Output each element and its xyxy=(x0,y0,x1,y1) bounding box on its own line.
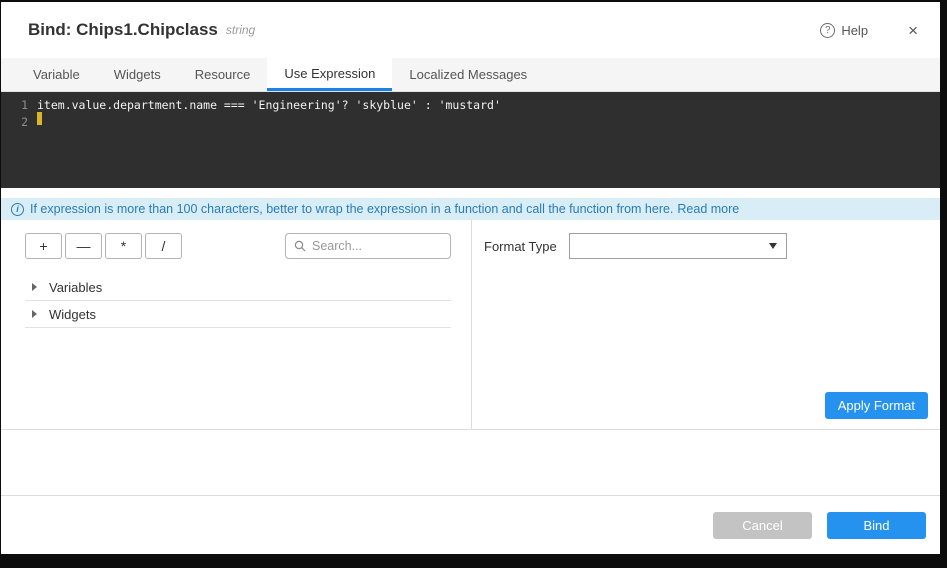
tree-item-widgets[interactable]: Widgets xyxy=(25,301,451,328)
editor-line-2: 2 xyxy=(1,114,940,131)
caret-right-icon xyxy=(32,283,37,291)
binding-tree: Variables Widgets xyxy=(25,274,451,328)
tab-resource[interactable]: Resource xyxy=(178,58,268,91)
operator-toolbar: + — * / xyxy=(25,233,451,259)
read-more-link[interactable]: Read more xyxy=(677,198,739,220)
expression-helper-panel: + — * / Variables xyxy=(1,220,472,429)
info-icon: i xyxy=(11,203,24,216)
format-type-select[interactable] xyxy=(569,233,787,259)
tree-item-label: Variables xyxy=(49,280,102,295)
tab-variable[interactable]: Variable xyxy=(16,58,97,91)
tree-item-label: Widgets xyxy=(49,307,96,322)
close-icon[interactable]: × xyxy=(908,22,918,39)
preview-area xyxy=(1,430,940,496)
search-input[interactable] xyxy=(312,239,442,253)
dialog-header: Bind: Chips1.Chipclass string ? Help × xyxy=(1,2,940,58)
tab-use-expression[interactable]: Use Expression xyxy=(267,58,392,91)
operator-divide-button[interactable]: / xyxy=(145,233,182,259)
bind-button[interactable]: Bind xyxy=(827,512,926,539)
operator-minus-button[interactable]: — xyxy=(65,233,102,259)
tab-localized-messages[interactable]: Localized Messages xyxy=(392,58,544,91)
info-bar: i If expression is more than 100 charact… xyxy=(1,198,940,220)
operator-plus-button[interactable]: + xyxy=(25,233,62,259)
search-icon xyxy=(294,240,306,252)
line-number: 1 xyxy=(1,97,37,114)
apply-format-button[interactable]: Apply Format xyxy=(825,392,928,419)
operator-multiply-button[interactable]: * xyxy=(105,233,142,259)
text-cursor xyxy=(37,112,42,125)
info-text: If expression is more than 100 character… xyxy=(30,198,673,220)
line-number: 2 xyxy=(1,114,37,131)
editor-line-1: 1 item.value.department.name === 'Engine… xyxy=(1,97,940,114)
dialog-title: Bind: Chips1.Chipclass xyxy=(28,20,218,40)
bind-dialog: Bind: Chips1.Chipclass string ? Help × V… xyxy=(1,2,940,554)
help-button[interactable]: Help xyxy=(841,23,868,38)
expression-editor[interactable]: 1 item.value.department.name === 'Engine… xyxy=(1,92,940,188)
spacer xyxy=(1,188,940,198)
dialog-tabbar: Variable Widgets Resource Use Expression… xyxy=(1,58,940,92)
caret-right-icon xyxy=(32,310,37,318)
help-icon[interactable]: ? xyxy=(820,23,835,38)
search-box[interactable] xyxy=(285,233,451,259)
binding-type-label: string xyxy=(226,23,255,37)
chevron-down-icon xyxy=(769,243,777,249)
cancel-button[interactable]: Cancel xyxy=(713,512,812,539)
format-type-label: Format Type xyxy=(484,239,557,254)
expression-code: item.value.department.name === 'Engineer… xyxy=(37,97,501,114)
format-panel: Format Type Apply Format xyxy=(472,220,940,429)
dialog-footer: Cancel Bind xyxy=(1,496,940,554)
tab-widgets[interactable]: Widgets xyxy=(97,58,178,91)
tree-item-variables[interactable]: Variables xyxy=(25,274,451,301)
main-panels: + — * / Variables xyxy=(1,220,940,430)
